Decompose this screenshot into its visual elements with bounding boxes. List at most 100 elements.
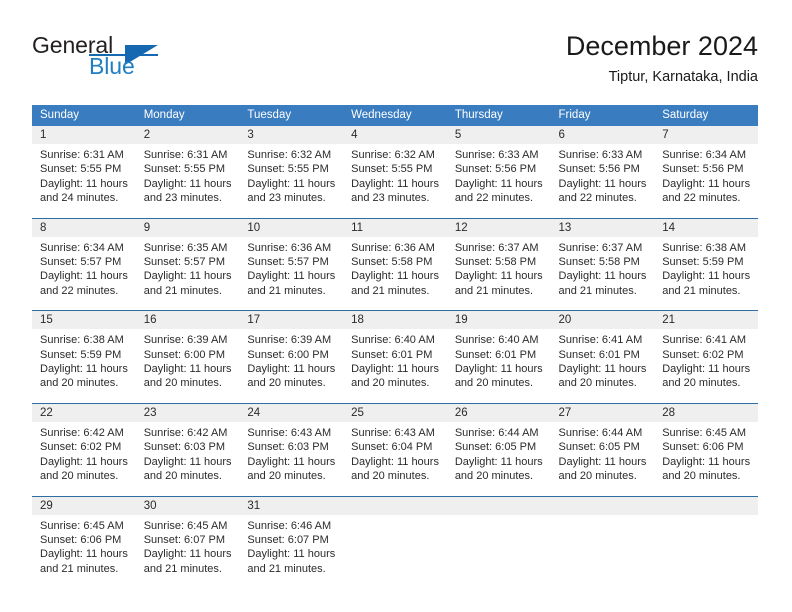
day-cell[interactable]: Sunrise: 6:44 AM Sunset: 6:05 PM Dayligh… [550, 421, 655, 496]
day-number[interactable]: 7 [654, 126, 758, 144]
day-cell[interactable]: Sunrise: 6:41 AM Sunset: 6:01 PM Dayligh… [550, 329, 655, 404]
daylight-text: Daylight: 11 hours [662, 177, 751, 190]
day-number[interactable]: 9 [135, 217, 240, 237]
day-cell[interactable]: Sunrise: 6:37 AM Sunset: 5:58 PM Dayligh… [446, 236, 551, 311]
day-cell[interactable]: Sunrise: 6:43 AM Sunset: 6:03 PM Dayligh… [239, 421, 344, 496]
daylight-text: Daylight: 11 hours [143, 363, 232, 376]
day-number[interactable]: 14 [654, 217, 758, 237]
day-cell[interactable]: Sunrise: 6:31 AM Sunset: 5:55 PM Dayligh… [135, 144, 240, 219]
daylight-text-cont: and 22 minutes. [454, 192, 534, 205]
day-number[interactable]: 20 [550, 310, 655, 330]
sunrise-text: Sunrise: 6:31 AM [40, 149, 124, 161]
daylight-text-cont: and 20 minutes. [247, 470, 326, 483]
day-cell[interactable]: Sunrise: 6:31 AM Sunset: 5:55 PM Dayligh… [32, 144, 136, 219]
daylight-text-cont: and 23 minutes. [143, 192, 222, 205]
day-cell[interactable]: Sunrise: 6:45 AM Sunset: 6:07 PM Dayligh… [135, 514, 240, 589]
day-number[interactable]: 28 [654, 402, 758, 422]
day-number[interactable]: 4 [343, 126, 447, 144]
day-number[interactable]: 19 [446, 310, 551, 330]
day-number[interactable]: 10 [239, 217, 344, 237]
day-number[interactable]: 29 [32, 495, 136, 515]
sunset-text: Sunset: 5:57 PM [40, 256, 122, 269]
day-cell[interactable]: Sunrise: 6:44 AM Sunset: 6:05 PM Dayligh… [446, 421, 551, 496]
day-number[interactable]: 15 [32, 310, 136, 330]
sunrise-text: Sunrise: 6:44 AM [558, 426, 643, 439]
day-number[interactable]: 27 [550, 402, 655, 422]
day-number[interactable]: 26 [446, 402, 551, 422]
day-cell[interactable]: Sunrise: 6:37 AM Sunset: 5:58 PM Dayligh… [550, 236, 655, 311]
day-number[interactable]: 21 [654, 310, 758, 330]
daylight-text-cont: and 20 minutes. [351, 470, 430, 483]
sunset-text: Sunset: 6:01 PM [558, 348, 640, 361]
day-number[interactable]: 13 [550, 217, 655, 237]
day-cell[interactable]: Sunrise: 6:39 AM Sunset: 6:00 PM Dayligh… [239, 329, 344, 404]
day-number[interactable]: 22 [32, 402, 136, 422]
sunset-text: Sunset: 6:02 PM [40, 441, 122, 454]
day-number[interactable]: 25 [343, 402, 447, 422]
day-number[interactable]: 18 [343, 310, 447, 330]
day-cell[interactable]: Sunrise: 6:40 AM Sunset: 6:01 PM Dayligh… [343, 329, 447, 404]
day-number[interactable]: 23 [135, 402, 240, 422]
daylight-text-cont: and 20 minutes. [40, 377, 119, 390]
daylight-text: Daylight: 11 hours [40, 455, 128, 468]
day-cell[interactable]: Sunrise: 6:36 AM Sunset: 5:57 PM Dayligh… [239, 236, 344, 311]
day-cell[interactable]: Sunrise: 6:45 AM Sunset: 6:06 PM Dayligh… [654, 421, 758, 496]
day-cell[interactable]: Sunrise: 6:34 AM Sunset: 5:56 PM Dayligh… [654, 144, 758, 219]
daylight-text-cont: and 21 minutes. [247, 562, 326, 575]
day-number[interactable]: 31 [239, 495, 344, 515]
week-number-row: 22 23 24 25 26 27 28 [32, 402, 758, 422]
day-cell[interactable]: Sunrise: 6:42 AM Sunset: 6:02 PM Dayligh… [32, 421, 136, 496]
day-cell[interactable]: Sunrise: 6:38 AM Sunset: 5:59 PM Dayligh… [654, 236, 758, 311]
day-cell[interactable]: Sunrise: 6:40 AM Sunset: 6:01 PM Dayligh… [446, 329, 551, 404]
day-cell[interactable]: Sunrise: 6:42 AM Sunset: 6:03 PM Dayligh… [135, 421, 240, 496]
day-cell[interactable]: Sunrise: 6:34 AM Sunset: 5:57 PM Dayligh… [32, 236, 136, 311]
day-cell[interactable]: Sunrise: 6:33 AM Sunset: 5:56 PM Dayligh… [446, 144, 551, 219]
sunrise-text: Sunrise: 6:44 AM [454, 426, 539, 439]
sunset-text: Sunset: 5:56 PM [454, 163, 537, 176]
day-number[interactable]: 30 [135, 495, 240, 515]
sunrise-text: Sunrise: 6:37 AM [454, 241, 539, 254]
day-cell[interactable]: Sunrise: 6:38 AM Sunset: 5:59 PM Dayligh… [32, 329, 136, 404]
day-cell[interactable]: Sunrise: 6:32 AM Sunset: 5:55 PM Dayligh… [343, 144, 447, 219]
day-number[interactable]: 11 [343, 217, 447, 237]
day-cell[interactable]: Sunrise: 6:41 AM Sunset: 6:02 PM Dayligh… [654, 329, 758, 404]
week-detail-row: Sunrise: 6:45 AM Sunset: 6:06 PM Dayligh… [32, 514, 758, 589]
sunrise-text: Sunrise: 6:31 AM [143, 149, 228, 161]
day-number[interactable]: 12 [446, 217, 551, 237]
day-cell[interactable]: Sunrise: 6:36 AM Sunset: 5:58 PM Dayligh… [343, 236, 447, 311]
sunrise-text: Sunrise: 6:38 AM [662, 241, 746, 254]
daylight-text: Daylight: 11 hours [558, 270, 647, 283]
day-number[interactable]: 24 [239, 402, 344, 422]
weekday-header-row: Sunday Monday Tuesday Wednesday Thursday… [32, 105, 758, 126]
day-cell[interactable]: Sunrise: 6:32 AM Sunset: 5:55 PM Dayligh… [239, 144, 344, 219]
brand-logo[interactable]: General Blue [32, 32, 232, 88]
day-number[interactable]: 6 [550, 126, 655, 144]
day-number[interactable]: 5 [446, 126, 551, 144]
week-detail-row: Sunrise: 6:42 AM Sunset: 6:02 PM Dayligh… [32, 421, 758, 496]
daylight-text: Daylight: 11 hours [662, 270, 751, 283]
day-cell[interactable]: Sunrise: 6:33 AM Sunset: 5:56 PM Dayligh… [550, 144, 655, 219]
daylight-text: Daylight: 11 hours [143, 177, 232, 190]
day-number-empty [446, 495, 551, 515]
day-cell[interactable]: Sunrise: 6:45 AM Sunset: 6:06 PM Dayligh… [32, 514, 136, 589]
day-number[interactable]: 17 [239, 310, 344, 330]
calendar-page: General Blue December 2024 Tiptur, Karna… [0, 0, 792, 612]
day-cell[interactable]: Sunrise: 6:43 AM Sunset: 6:04 PM Dayligh… [343, 421, 447, 496]
daylight-text-cont: and 20 minutes. [143, 377, 222, 390]
day-number[interactable]: 3 [239, 126, 344, 144]
day-number[interactable]: 16 [135, 310, 240, 330]
sunrise-text: Sunrise: 6:41 AM [558, 334, 643, 347]
day-cell[interactable]: Sunrise: 6:35 AM Sunset: 5:57 PM Dayligh… [135, 236, 240, 311]
daylight-text: Daylight: 11 hours [247, 363, 336, 376]
sunset-text: Sunset: 5:57 PM [143, 256, 226, 269]
sunset-text: Sunset: 5:56 PM [558, 163, 640, 176]
day-number[interactable]: 8 [32, 217, 136, 237]
day-number[interactable]: 2 [135, 126, 240, 144]
day-number[interactable]: 1 [32, 126, 136, 144]
daylight-text-cont: and 21 minutes. [143, 284, 222, 297]
day-cell[interactable]: Sunrise: 6:46 AM Sunset: 6:07 PM Dayligh… [239, 514, 344, 589]
day-cell-empty [446, 514, 551, 589]
day-cell-empty [550, 514, 655, 589]
day-cell[interactable]: Sunrise: 6:39 AM Sunset: 6:00 PM Dayligh… [135, 329, 240, 404]
sunrise-text: Sunrise: 6:41 AM [662, 334, 746, 347]
